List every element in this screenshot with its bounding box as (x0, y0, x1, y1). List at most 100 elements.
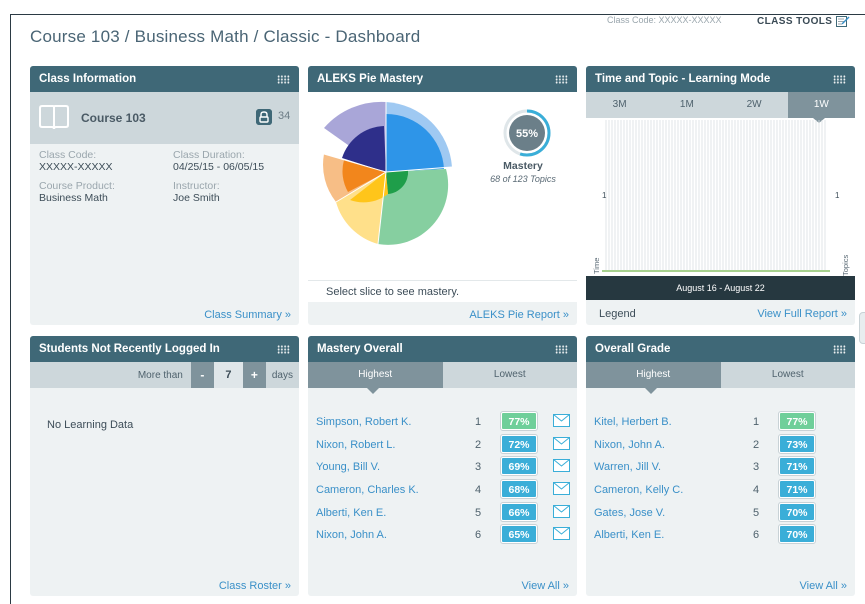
panel-menu-icon[interactable] (833, 344, 846, 354)
panel-title: ALEKS Pie Mastery (317, 73, 424, 85)
rank-number: 2 (475, 438, 482, 451)
percent-badge: 71% (778, 479, 816, 500)
tab-1w[interactable]: 1W (787, 92, 855, 118)
student-name-link[interactable]: Alberti, Ken E. (594, 529, 664, 541)
list-item: Kitel, Herbert B. 1 77% (586, 411, 855, 435)
y-left-label: Time (592, 258, 601, 274)
decrease-days-button[interactable]: - (190, 362, 214, 388)
mail-icon[interactable] (553, 527, 570, 541)
class-tools-button[interactable]: CLASS TOOLS (757, 15, 850, 27)
rank-number: 3 (753, 461, 760, 474)
instructor-label: Instructor: (173, 180, 220, 192)
date-range: August 16 - August 22 (586, 276, 855, 300)
no-data-message: No Learning Data (47, 419, 134, 431)
student-count: 34 (278, 110, 291, 122)
aleks-pie-panel: ALEKS Pie Mastery 55% Mastery 68 of 123 … (308, 66, 577, 325)
aleks-pie-report-link[interactable]: ALEKS Pie Report » (469, 309, 569, 321)
student-name-link[interactable]: Warren, Jill V. (594, 461, 661, 473)
percent-badge: 68% (500, 479, 538, 500)
percent-badge: 72% (500, 433, 538, 454)
percent-badge: 69% (500, 456, 538, 477)
rank-number: 2 (753, 438, 760, 451)
class-summary-link[interactable]: Class Summary » (204, 309, 291, 321)
tab-lowest[interactable]: Lowest (720, 362, 855, 388)
rank-number: 1 (753, 416, 760, 428)
days-filter: More than - 7 + days (30, 362, 299, 388)
rank-number: 5 (475, 506, 482, 519)
student-name-link[interactable]: Cameron, Charles K. (316, 484, 419, 496)
active-tab-pointer (645, 388, 657, 394)
student-name-link[interactable]: Nixon, Robert L. (316, 439, 395, 451)
panel-menu-icon[interactable] (277, 344, 290, 354)
rank-number: 4 (475, 484, 482, 497)
percent-badge: 77% (500, 411, 538, 431)
panel-menu-icon[interactable] (555, 344, 568, 354)
student-name-link[interactable]: Nixon, John A. (594, 439, 665, 451)
percent-badge: 73% (778, 433, 816, 454)
tab-highest[interactable]: Highest (586, 362, 721, 388)
student-name-link[interactable]: Gates, Jose V. (594, 507, 665, 519)
list-item: Nixon, John A. 6 65% (308, 524, 577, 548)
list-item: Cameron, Kelly C. 4 71% (586, 479, 855, 503)
student-name-link[interactable]: Alberti, Ken E. (316, 507, 386, 519)
list-item: Nixon, Robert L. 2 72% (308, 433, 577, 458)
class-code-value: XXXXX-XXXXX (39, 160, 113, 173)
rank-number: 5 (753, 506, 760, 519)
tab-3m[interactable]: 3M (586, 92, 653, 118)
panel-title: Overall Grade (595, 343, 671, 355)
panel-menu-icon[interactable] (833, 74, 846, 84)
list-item: Warren, Jill V. 3 71% (586, 456, 855, 480)
mastery-tabs: Highest Lowest (308, 362, 577, 394)
aleks-pie-header: ALEKS Pie Mastery (308, 66, 577, 92)
instructor-value: Joe Smith (173, 191, 220, 204)
pie-chart-area: 55% Mastery 68 of 123 Topics (308, 92, 577, 280)
student-icon[interactable] (256, 109, 272, 125)
student-name-link[interactable]: Nixon, John A. (316, 529, 387, 541)
view-all-link[interactable]: View All » (522, 580, 570, 592)
student-name-link[interactable]: Kitel, Herbert B. (594, 416, 672, 428)
mastery-progress-ring: 55% (503, 109, 551, 157)
student-name-link[interactable]: Simpson, Robert K. (316, 416, 411, 428)
legend-link[interactable]: Legend (599, 308, 636, 320)
rank-number: 3 (475, 461, 482, 474)
book-icon (39, 105, 69, 130)
course-name: Course 103 (81, 111, 146, 125)
days-value[interactable]: 7 (213, 362, 243, 388)
mail-icon[interactable] (553, 504, 570, 518)
mail-icon[interactable] (553, 459, 570, 473)
select-slice-note: Select slice to see mastery. (308, 280, 577, 302)
y-right-label: Topics (841, 254, 850, 276)
panel-title: Students Not Recently Logged In (39, 343, 220, 355)
view-full-report-link[interactable]: View Full Report » (757, 308, 847, 320)
tab-lowest[interactable]: Lowest (442, 362, 577, 388)
list-item: Cameron, Charles K. 4 68% (308, 479, 577, 503)
list-item: Nixon, John A. 2 73% (586, 433, 855, 458)
tab-2w[interactable]: 2W (721, 92, 788, 118)
student-name-link[interactable]: Cameron, Kelly C. (594, 484, 683, 496)
mastery-label: Mastery (503, 160, 543, 172)
panel-menu-icon[interactable] (555, 74, 568, 84)
tab-highest[interactable]: Highest (308, 362, 443, 388)
mail-icon[interactable] (553, 482, 570, 496)
overall-grade-header: Overall Grade (586, 336, 855, 362)
class-duration-label: Class Duration: (173, 149, 245, 161)
course-product-label: Course Product: (39, 180, 115, 192)
tab-1m[interactable]: 1M (653, 92, 720, 118)
mail-icon[interactable] (553, 414, 570, 427)
class-roster-link[interactable]: Class Roster » (219, 580, 291, 592)
percent-badge: 65% (500, 524, 538, 545)
time-topic-plot: 1 1 Time Topics (592, 118, 850, 276)
pie-slice-blue-inner[interactable] (386, 113, 444, 172)
view-all-link[interactable]: View All » (800, 580, 848, 592)
panel-menu-icon[interactable] (277, 74, 290, 84)
mail-icon[interactable] (553, 436, 570, 450)
course-banner: Course 103 34 (30, 92, 299, 144)
side-scroll-tab[interactable] (859, 312, 865, 344)
list-item: Young, Bill V. 3 69% (308, 456, 577, 480)
students-not-logged-panel: Students Not Recently Logged In More tha… (30, 336, 299, 596)
class-information-header: Class Information (30, 66, 299, 92)
class-code-label: Class Code: (39, 149, 97, 161)
student-name-link[interactable]: Young, Bill V. (316, 461, 380, 473)
increase-days-button[interactable]: + (242, 362, 266, 388)
aleks-pie-chart[interactable] (308, 92, 468, 280)
